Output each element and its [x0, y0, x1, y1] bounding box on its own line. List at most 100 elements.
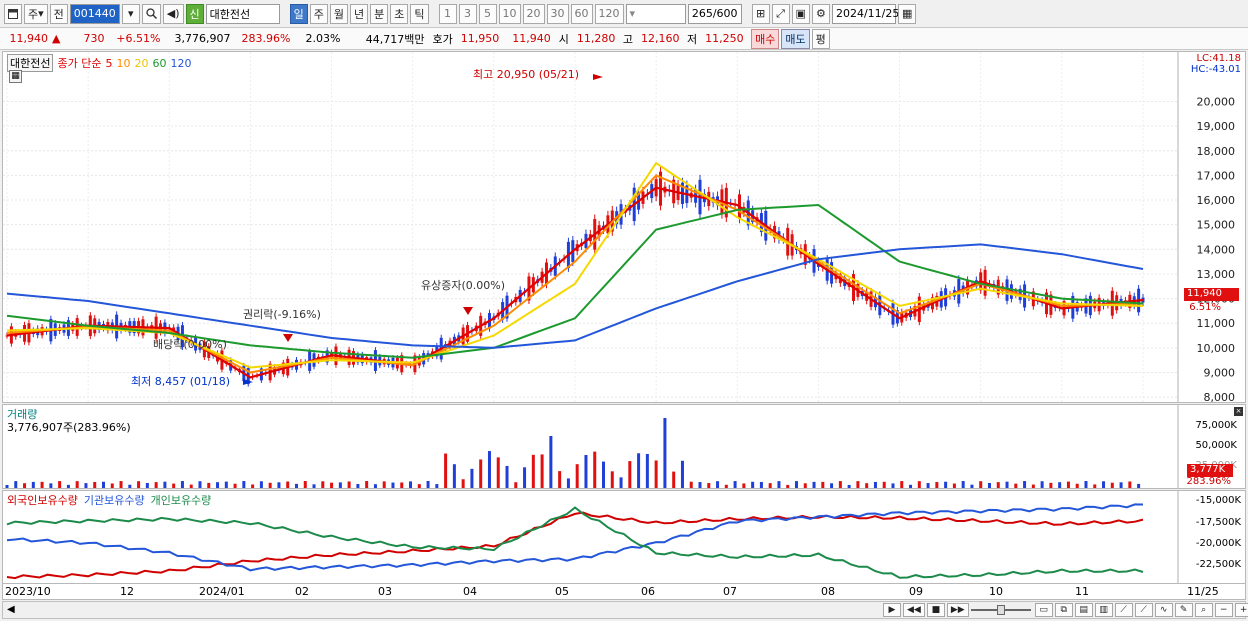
play-icon[interactable]: ▶	[883, 603, 901, 617]
price-change-pct: +6.51%	[116, 32, 161, 45]
chart-type-icon[interactable]: ⊞	[751, 3, 770, 24]
interval-3[interactable]: 3	[458, 3, 477, 24]
tool-rect-icon[interactable]: ▭	[1034, 603, 1053, 617]
volume-bar	[5, 485, 9, 488]
volume-readout: 3,776,907주(283.96%)	[7, 421, 131, 434]
volume-last-pct: 283.96%	[1186, 476, 1232, 487]
zoom-slider-thumb[interactable]	[996, 605, 1005, 615]
interval-20[interactable]: 20	[522, 3, 545, 24]
interval-1[interactable]: 1	[438, 3, 457, 24]
volume-value: 3,776,907	[174, 32, 231, 45]
volume-bar	[944, 481, 948, 488]
last-pct-tag: 6.51%	[1189, 302, 1221, 313]
save-icon[interactable]: ▣	[791, 3, 810, 24]
period-minute-tab[interactable]: 분	[370, 3, 389, 24]
volume-close-icon[interactable]: ×	[1234, 407, 1243, 416]
xaxis-label-8: 07	[723, 585, 737, 598]
price-chart-panel[interactable]: 8,0009,00010,00011,00012,00013,00014,000…	[2, 51, 1246, 403]
eval-button[interactable]: 평	[811, 28, 830, 49]
period-week-tab[interactable]: 주	[309, 3, 328, 24]
tool-trend-icon[interactable]: ⟋	[1134, 603, 1153, 617]
period-second-tab[interactable]: 초	[390, 3, 409, 24]
volume-bar	[698, 482, 702, 488]
open-label: 시	[558, 32, 569, 46]
tool-copy-icon[interactable]: ⧉	[1054, 603, 1073, 617]
volume-bar	[882, 481, 886, 488]
mode-select[interactable]: 주 ▾	[24, 3, 48, 24]
tool-line-icon[interactable]: ⟋	[1114, 603, 1133, 617]
xaxis-label-0: 2023/10	[5, 585, 51, 598]
grid-toggle-icon[interactable]: ▦	[9, 70, 22, 83]
volume-bar	[575, 464, 579, 488]
volume-bar	[777, 481, 781, 488]
gear-icon[interactable]: ⚙	[811, 3, 830, 24]
scroll-left-icon[interactable]: ◀	[7, 604, 15, 615]
legend-foreign: 외국인보유수량	[7, 494, 78, 507]
interval-60[interactable]: 60	[570, 3, 593, 24]
price-tick-label: 17,000	[1197, 169, 1236, 182]
volume-bar	[40, 481, 44, 488]
volume-bar	[689, 481, 693, 488]
low-label: 저	[686, 32, 698, 46]
interval-10[interactable]: 10	[498, 3, 521, 24]
period-month-tab[interactable]: 월	[329, 3, 349, 24]
volume-bar	[66, 484, 70, 488]
volume-bar	[759, 481, 763, 488]
volume-bar	[14, 481, 18, 488]
crosshair-icon[interactable]: ⤢	[771, 3, 790, 24]
buy-button[interactable]: 매수	[751, 28, 780, 49]
price-tick-label: 18,000	[1197, 145, 1236, 158]
count-input[interactable]: 265 /600	[687, 3, 742, 24]
count-total: /600	[712, 7, 738, 20]
sound-icon[interactable]: ◀)	[162, 3, 184, 24]
window-icon[interactable]	[4, 3, 22, 24]
last-price-tag: 11,940	[1184, 288, 1239, 301]
period-tick-tab[interactable]: 틱	[410, 3, 429, 24]
volume-bar	[891, 483, 895, 488]
bid-price-1: 11,950	[460, 32, 500, 45]
legend-ma-60: 60	[152, 56, 167, 70]
volume-panel[interactable]: 거래량 3,776,907주(283.96%) 75,000K 50,000K …	[2, 404, 1246, 489]
volume-bar	[1110, 482, 1114, 488]
zoom-out-icon[interactable]: −	[1214, 603, 1233, 617]
rewind-icon[interactable]: ◀◀	[903, 603, 925, 617]
prev-button[interactable]: 전	[49, 3, 68, 24]
holdings-axis-20000k: -20,000K	[1195, 538, 1241, 549]
volume-bar	[1023, 481, 1027, 488]
period-day-tab[interactable]: 일	[289, 3, 308, 24]
chart-scrollbar[interactable]: ◀ ▶ ◀◀ ■ ▶▶ ▭ ⧉ ▤ ▥ ⟋ ⟋ ∿ ✎ ⌕ − + A	[2, 601, 1248, 619]
period-year-tab[interactable]: 년	[350, 3, 369, 24]
volume-bar	[979, 481, 983, 488]
volume-bar	[224, 481, 228, 488]
tool-grid-icon[interactable]: ▤	[1074, 603, 1093, 617]
tool-bars-icon[interactable]: ▥	[1094, 603, 1113, 617]
sell-button[interactable]: 매도	[781, 28, 810, 49]
zoom-slider[interactable]	[970, 603, 1033, 617]
interval-30[interactable]: 30	[546, 3, 569, 24]
volume-bar	[847, 484, 851, 488]
stop-icon[interactable]: ■	[926, 603, 945, 617]
zoom-search-icon[interactable]: ⌕	[1194, 603, 1213, 617]
bid-label: 호가	[432, 32, 453, 46]
date-input[interactable]: 2024/11/25	[831, 3, 899, 24]
tool-brush-icon[interactable]: ✎	[1174, 603, 1193, 617]
stock-name-field[interactable]: 대한전선	[205, 3, 280, 24]
code-dropdown-icon[interactable]: ▾	[121, 3, 140, 24]
zoom-in-icon[interactable]: +	[1234, 603, 1248, 617]
chart-toolbar: 주 ▾ 전 001440 ▾ ◀) 신 대한전선 일 주 월 년 분 초 틱 1 …	[0, 0, 1248, 28]
high-arrow-icon	[593, 74, 603, 80]
volume-bar	[1005, 481, 1009, 488]
interval-5[interactable]: 5	[478, 3, 497, 24]
interval-120[interactable]: 120	[594, 3, 624, 24]
volume-bar	[856, 481, 860, 488]
holdings-panel[interactable]: 외국인보유수량 기관보유수량 개인보유수량 -15,000K -17,500K …	[2, 490, 1246, 584]
tool-wave-icon[interactable]: ∿	[1154, 603, 1173, 617]
interval-input[interactable]: ▾	[625, 3, 686, 24]
search-icon[interactable]	[141, 3, 161, 24]
volume-bar	[1102, 481, 1106, 488]
volume-bar	[373, 484, 377, 488]
stock-code-input[interactable]: 001440	[69, 3, 120, 24]
volume-bar	[312, 484, 316, 488]
calendar-icon[interactable]: ▦	[897, 3, 917, 24]
forward-icon[interactable]: ▶▶	[946, 603, 969, 617]
